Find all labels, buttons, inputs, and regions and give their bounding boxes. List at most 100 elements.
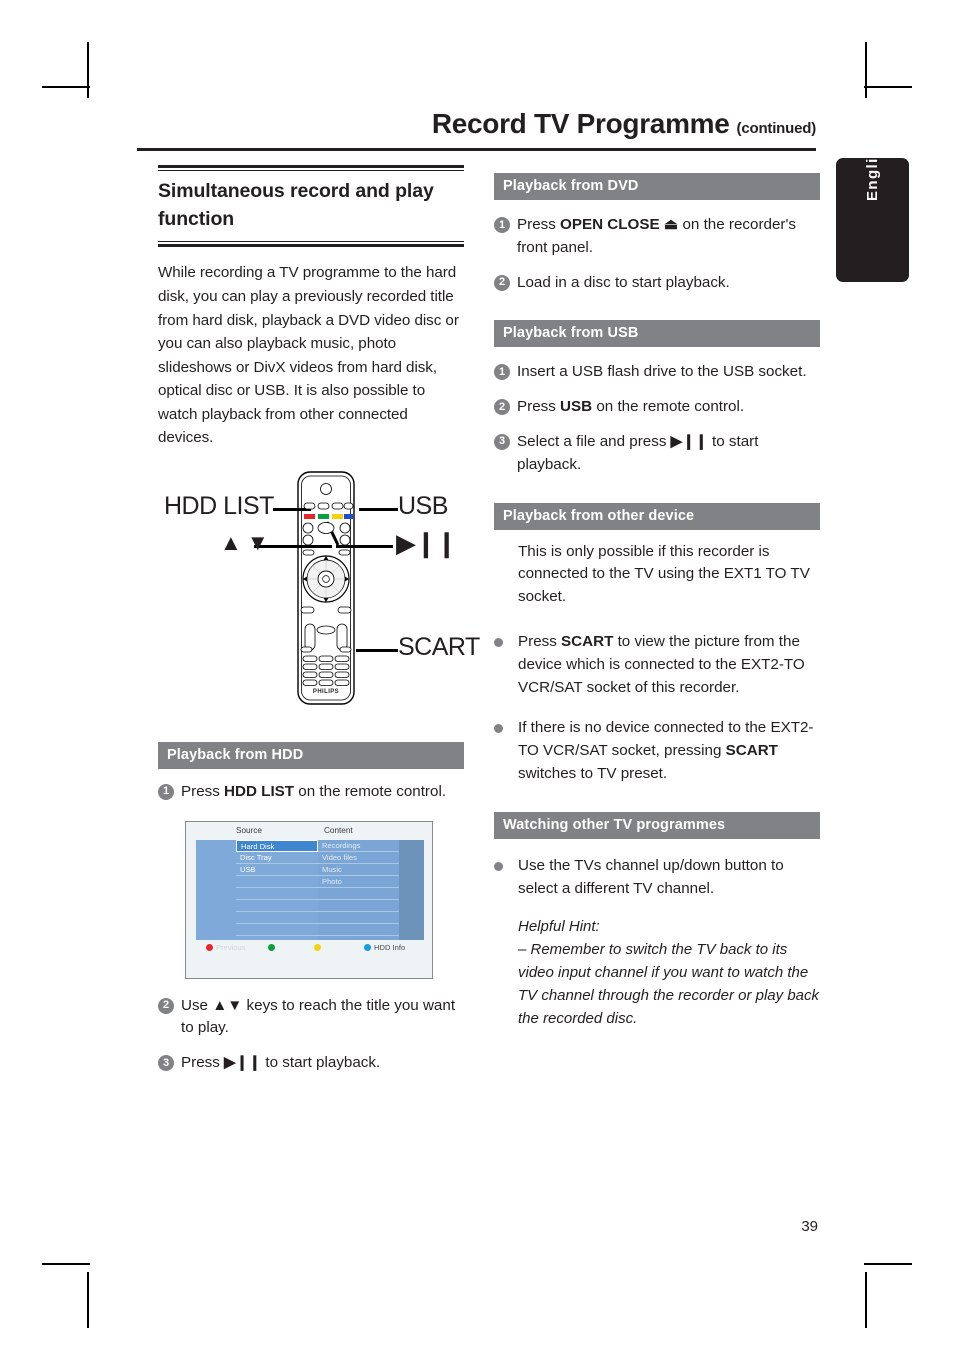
step-usb-3-pre: Select a file and press bbox=[517, 432, 671, 450]
hdd-source-item-disc-tray[interactable]: Disc Tray bbox=[236, 852, 318, 864]
hdd-footer-yellow[interactable] bbox=[314, 943, 324, 951]
step-hdd-1: 1 Press HDD LIST on the remote control. bbox=[158, 781, 464, 804]
hdd-screen-right-pane bbox=[399, 839, 424, 940]
hdd-screen-footer: Previous HDD Info bbox=[196, 939, 424, 958]
step-number-2: 2 bbox=[494, 274, 510, 291]
hdd-footer-red-label: Previous bbox=[216, 942, 246, 952]
up-down-arrows-icon: ▲▼ bbox=[212, 996, 243, 1014]
step-usb-2-bold: USB bbox=[560, 398, 593, 416]
step-usb-2-text: Press USB on the remote control. bbox=[517, 396, 820, 419]
step-dvd-1-text: Press OPEN CLOSE ⏏ on the recorder's fro… bbox=[517, 214, 820, 260]
hdd-content-item-empty bbox=[318, 900, 399, 912]
crop-mark-bottom-right-h bbox=[864, 1263, 912, 1265]
hdd-source-item-empty bbox=[236, 900, 318, 912]
remote-control-figure: HDD LIST USB ▲ ▼ ▶❙❙ SCART PHILIPS bbox=[158, 464, 480, 714]
language-side-tab-label: English bbox=[864, 137, 881, 201]
hdd-screen-body: Hard Disk Disc Tray USB Recordings Video… bbox=[196, 839, 424, 940]
step-number-2: 2 bbox=[158, 997, 174, 1014]
step-usb-1: 1 Insert a USB flash drive to the USB so… bbox=[494, 361, 820, 384]
section-bar-playback-other-device: Playback from other device bbox=[494, 502, 820, 530]
eject-icon: ⏏ bbox=[663, 216, 679, 233]
step-hdd-1-post: on the remote control. bbox=[294, 782, 447, 800]
helpful-hint-title: Helpful Hint: bbox=[518, 918, 600, 936]
step-usb-3: 3 Select a file and press ▶❙❙ to start p… bbox=[494, 431, 820, 477]
heading-rule-top-thick bbox=[158, 165, 464, 168]
hdd-source-item-hard-disk[interactable]: Hard Disk bbox=[236, 839, 318, 852]
hdd-footer-red[interactable]: Previous bbox=[206, 944, 246, 952]
crop-mark-bottom-left-v bbox=[87, 1272, 89, 1328]
hdd-content-item-music[interactable]: Music bbox=[318, 864, 399, 876]
step-hdd-3-post: to start playback. bbox=[261, 1054, 381, 1072]
bullet-scart-no-device-bold: SCART bbox=[725, 742, 778, 760]
section-heading: Simultaneous record and play function bbox=[158, 180, 434, 230]
left-column: Simultaneous record and play function Wh… bbox=[158, 165, 480, 1075]
step-usb-2: 2 Press USB on the remote control. bbox=[494, 396, 820, 419]
red-dot-icon bbox=[206, 943, 213, 951]
hdd-source-item-empty bbox=[236, 876, 318, 888]
hdd-browser-screenshot: Source Content Hard Disk Disc Tray USB R… bbox=[185, 820, 433, 979]
step-dvd-1-pre: Press bbox=[517, 216, 561, 233]
section-bar-watching-other-tv: Watching other TV programmes bbox=[494, 811, 820, 839]
yellow-dot-icon bbox=[314, 943, 321, 951]
bullet-scart-view-bold: SCART bbox=[561, 632, 614, 650]
bullet-scart-view: Press SCART to view the picture from the… bbox=[494, 631, 820, 699]
hdd-source-item-usb[interactable]: USB bbox=[236, 864, 318, 876]
blue-dot-icon bbox=[364, 943, 371, 951]
hdd-footer-blue[interactable]: HDD Info bbox=[364, 944, 405, 952]
step-dvd-1: 1 Press OPEN CLOSE ⏏ on the recorder's f… bbox=[494, 214, 820, 260]
play-pause-icon: ▶❙❙ bbox=[224, 1054, 262, 1072]
step-hdd-3: 3 Press ▶❙❙ to start playback. bbox=[158, 1052, 464, 1075]
bullet-dot-icon bbox=[494, 637, 503, 647]
crop-mark-top-right-h bbox=[864, 86, 912, 88]
bullet-scart-no-device-post: switches to TV preset. bbox=[518, 764, 668, 782]
remote-control-illustration bbox=[297, 471, 355, 705]
step-usb-2-post: on the remote control. bbox=[592, 398, 745, 416]
crop-mark-top-left-h bbox=[42, 86, 90, 88]
crop-mark-bottom-left-h bbox=[42, 1263, 90, 1265]
intro-paragraph: While recording a TV programme to the ha… bbox=[158, 264, 459, 447]
hdd-content-item-empty bbox=[318, 888, 399, 900]
step-number-1: 1 bbox=[494, 217, 510, 233]
step-number-3: 3 bbox=[494, 433, 510, 450]
step-hdd-2-text: Use ▲▼ keys to reach the title you want … bbox=[181, 995, 464, 1041]
header-rule bbox=[137, 148, 816, 151]
bullet-scart-view-text: Press SCART to view the picture from the… bbox=[518, 631, 820, 699]
hdd-column-header-content: Content bbox=[324, 825, 353, 835]
step-number-1: 1 bbox=[158, 783, 174, 800]
step-hdd-3-text: Press ▶❙❙ to start playback. bbox=[181, 1052, 464, 1075]
hdd-screen-header-row: Source Content bbox=[186, 826, 432, 840]
hdd-source-item-empty bbox=[236, 888, 318, 900]
bullet-tv-channel-text: Use the TVs channel up/down button to se… bbox=[518, 856, 784, 897]
bullet-scart-no-device: If there is no device connected to the E… bbox=[494, 717, 820, 785]
step-hdd-1-pre: Press bbox=[181, 782, 225, 800]
bullet-scart-no-device-text: If there is no device connected to the E… bbox=[518, 717, 820, 785]
hdd-source-item-empty bbox=[236, 912, 318, 924]
page-header: Record TV Programme (continued) bbox=[137, 108, 816, 151]
page-title: Record TV Programme bbox=[431, 108, 730, 139]
step-hdd-1-text: Press HDD LIST on the remote control. bbox=[181, 781, 464, 804]
crop-mark-top-right-v bbox=[865, 42, 867, 98]
bullet-dot-icon bbox=[494, 724, 503, 734]
page-number: 39 bbox=[801, 1218, 818, 1235]
step-number-1: 1 bbox=[494, 364, 510, 381]
section-bar-playback-hdd: Playback from HDD bbox=[158, 741, 464, 769]
remote-brand-label: PHILIPS bbox=[312, 688, 340, 695]
hdd-content-item-video-files[interactable]: Video files bbox=[318, 852, 399, 864]
crop-mark-top-left-v bbox=[87, 42, 89, 98]
step-dvd-2: 2 Load in a disc to start playback. bbox=[494, 272, 820, 295]
hdd-content-item-recordings[interactable]: Recordings bbox=[318, 840, 399, 852]
step-number-3: 3 bbox=[158, 1055, 174, 1072]
right-column: Playback from DVD 1 Press OPEN CLOSE ⏏ o… bbox=[494, 173, 820, 1030]
step-usb-1-text: Insert a USB flash drive to the USB sock… bbox=[517, 363, 807, 381]
heading-rule-bottom-thin bbox=[158, 241, 464, 243]
step-dvd-2-text: Load in a disc to start playback. bbox=[517, 273, 730, 291]
hdd-footer-green[interactable] bbox=[268, 943, 278, 951]
hdd-content-item-empty bbox=[318, 924, 399, 936]
step-number-2: 2 bbox=[494, 399, 510, 416]
step-dvd-1-bold: OPEN CLOSE bbox=[560, 216, 660, 233]
play-pause-icon: ▶❙❙ bbox=[670, 432, 708, 450]
hdd-content-item-photo[interactable]: Photo bbox=[318, 876, 399, 888]
hdd-content-item-empty bbox=[318, 912, 399, 924]
step-usb-3-text: Select a file and press ▶❙❙ to start pla… bbox=[517, 431, 820, 477]
step-hdd-1-bold: HDD LIST bbox=[224, 782, 295, 800]
